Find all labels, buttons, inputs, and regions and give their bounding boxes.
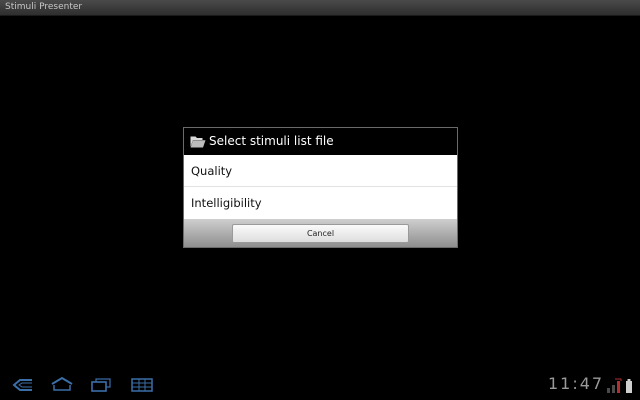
app-title: Stimuli Presenter: [5, 2, 83, 12]
cancel-button[interactable]: Cancel: [232, 224, 409, 243]
select-file-dialog: Select stimuli list file Quality Intelli…: [183, 127, 458, 248]
status-icons[interactable]: [605, 378, 635, 394]
system-nav-bar: 11:47: [0, 372, 640, 400]
folder-open-icon: [190, 136, 206, 148]
dialog-title: Select stimuli list file: [209, 134, 334, 148]
back-icon[interactable]: [12, 378, 34, 392]
recent-apps-icon[interactable]: [90, 378, 112, 392]
app-title-bar: Stimuli Presenter: [0, 0, 640, 16]
list-item-quality[interactable]: Quality: [184, 155, 457, 187]
battery-icon: [626, 379, 632, 393]
signal-icon: [607, 378, 622, 393]
menu-icon[interactable]: [131, 378, 153, 392]
list-item-label: Quality: [191, 164, 233, 178]
dialog-header: Select stimuli list file: [184, 128, 457, 155]
list-item-label: Intelligibility: [191, 196, 262, 210]
home-icon[interactable]: [50, 376, 74, 392]
dialog-footer: Cancel: [184, 219, 457, 247]
screen: Stimuli Presenter Select stimuli list fi…: [0, 0, 640, 400]
list-item-intelligibility[interactable]: Intelligibility: [184, 187, 457, 219]
clock[interactable]: 11:47: [548, 374, 604, 394]
